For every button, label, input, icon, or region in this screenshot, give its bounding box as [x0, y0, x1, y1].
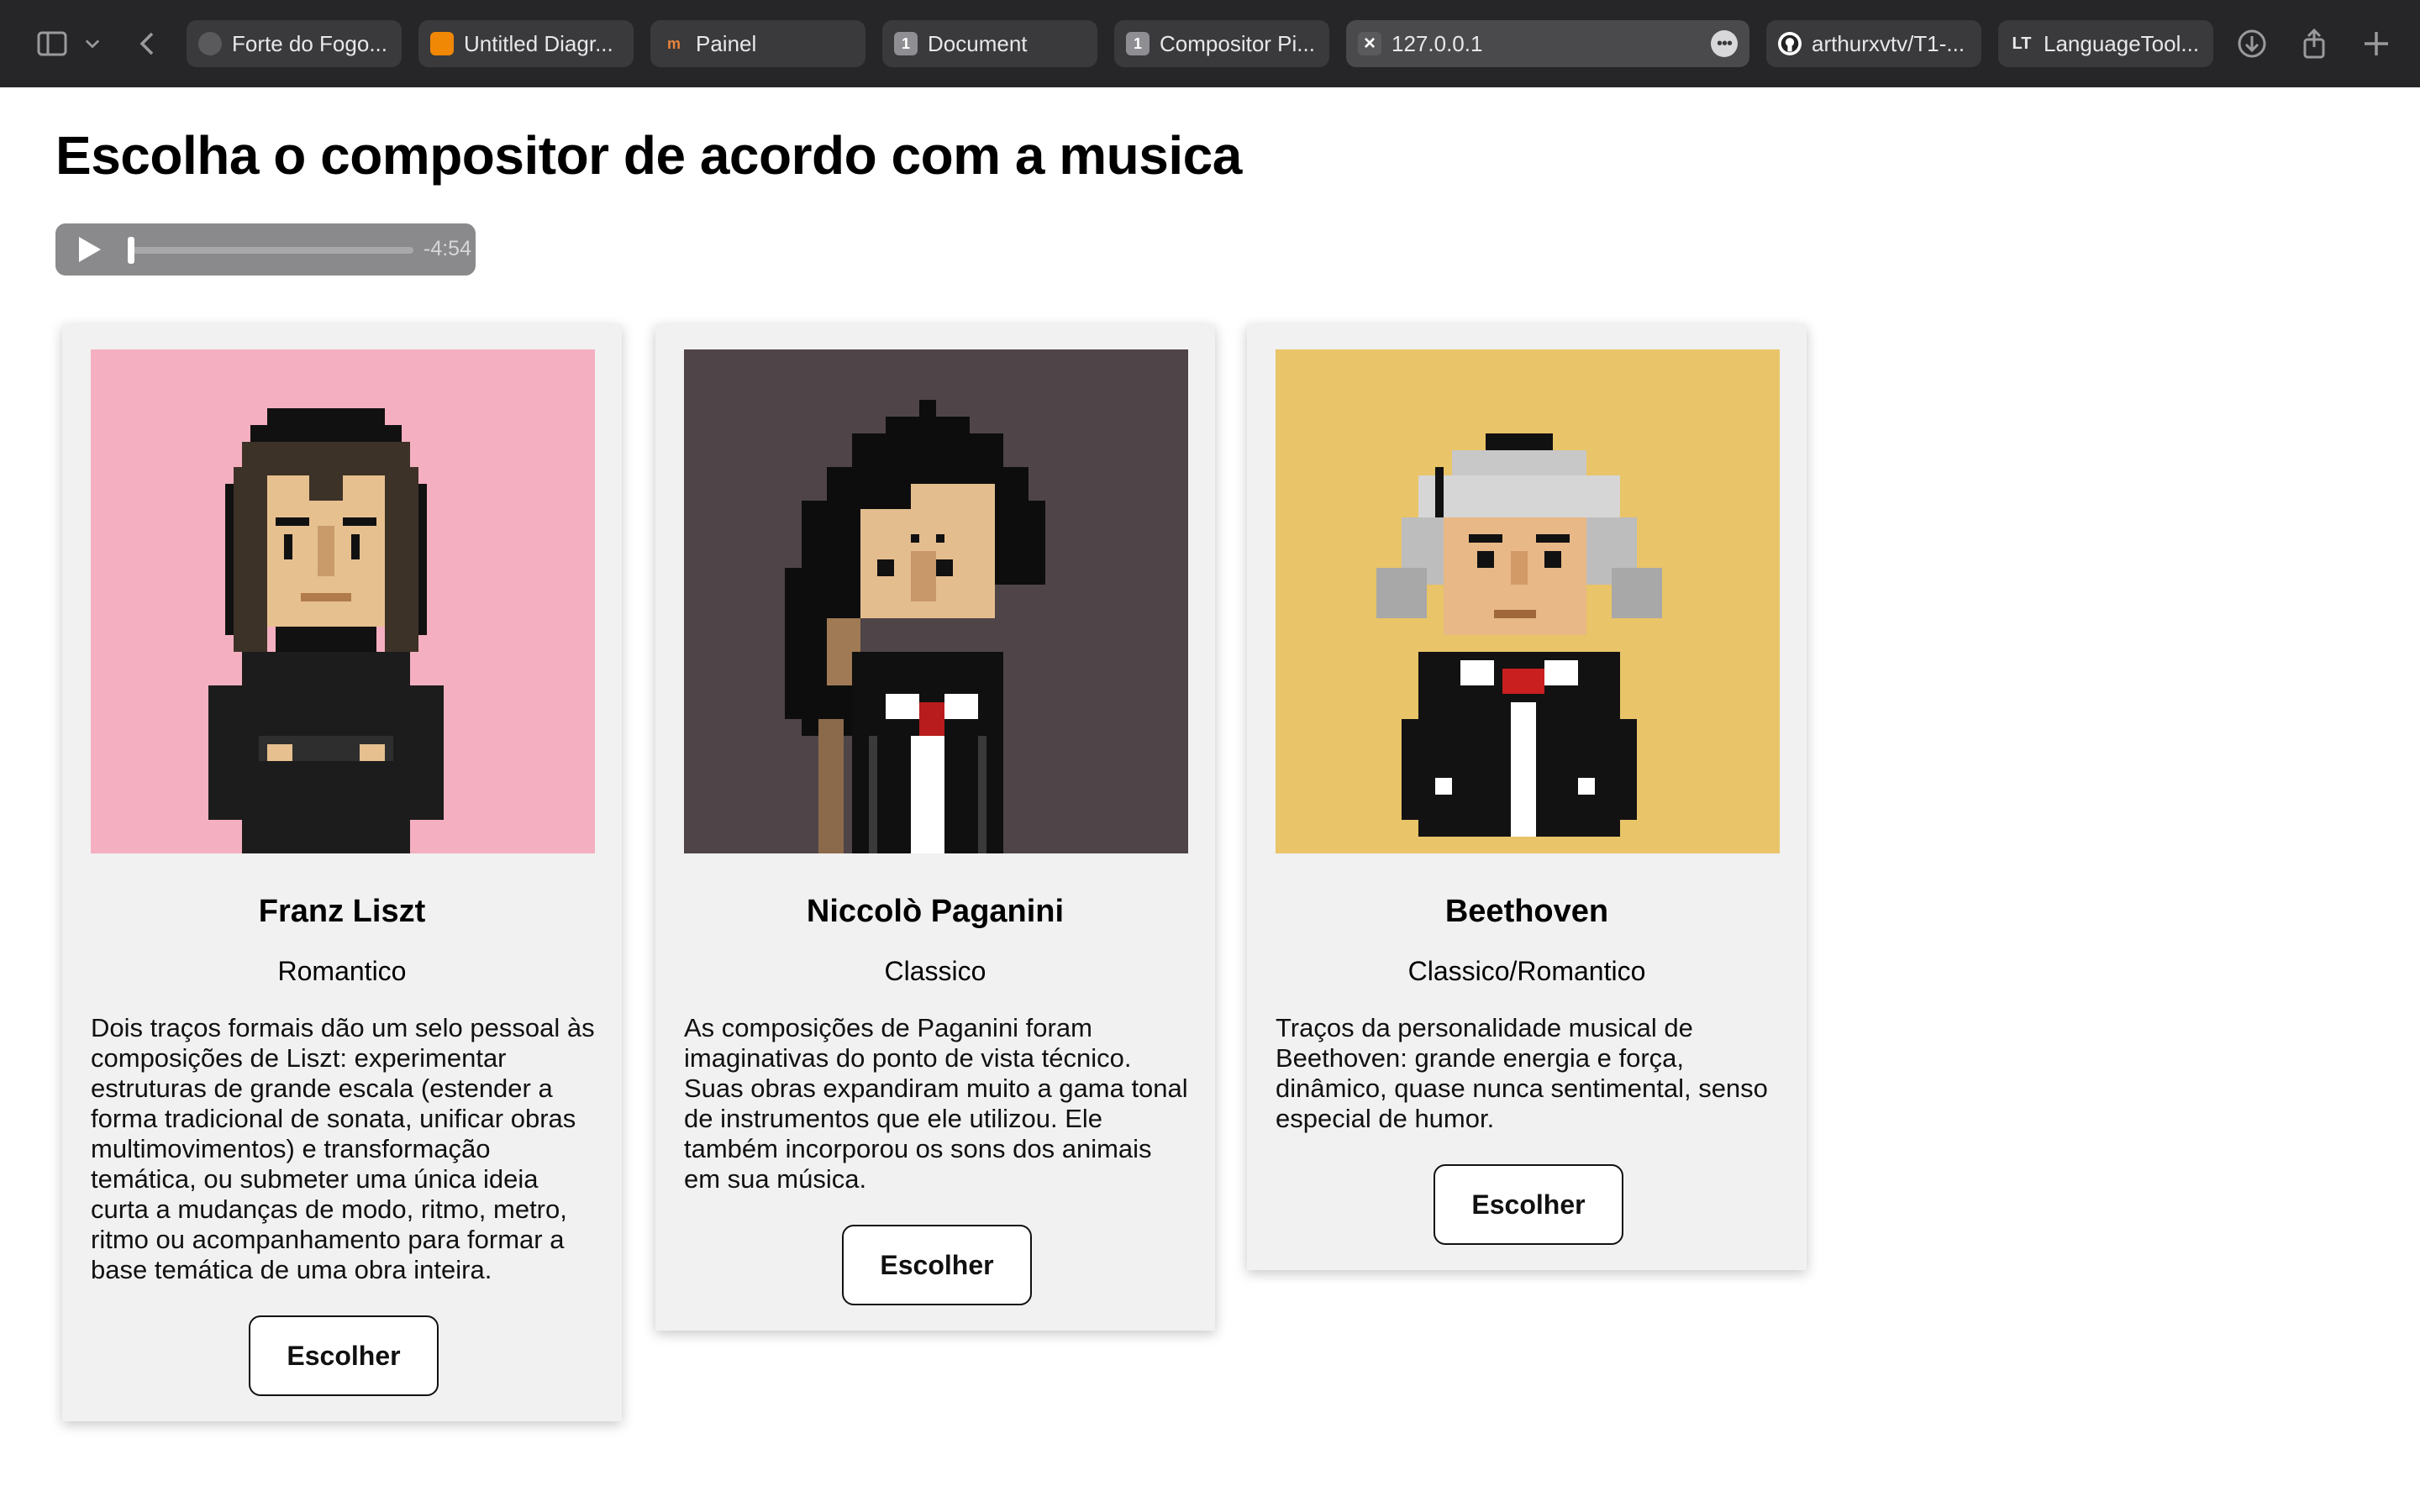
audio-time-remaining: -4:54 — [424, 237, 471, 260]
tab-title: arthurxvtv/T1-... — [1812, 30, 1965, 56]
sidebar-toggle-icon[interactable] — [32, 24, 72, 64]
composer-card-liszt: Franz Liszt Romantico Dois traços formai… — [62, 324, 622, 1421]
composer-name: Beethoven — [1444, 894, 1609, 929]
tab-untitled-diagram[interactable]: Untitled Diagr... — [418, 20, 634, 67]
paganini-portrait — [684, 349, 1188, 853]
tab-title: 127.0.0.1 — [1392, 30, 1483, 56]
painel-favicon-icon: m — [666, 34, 681, 52]
new-tab-plus-icon[interactable] — [2356, 24, 2396, 64]
github-favicon-icon — [1778, 32, 1802, 55]
composer-card-beethoven: Beethoven Classico/Romantico Traços da p… — [1247, 324, 1807, 1270]
more-options-icon[interactable]: ••• — [1711, 30, 1738, 57]
tab-title: Painel — [696, 30, 757, 56]
chevron-down-icon[interactable] — [77, 24, 108, 64]
back-arrow-icon[interactable] — [128, 24, 168, 64]
choose-paganini-button[interactable]: Escolher — [842, 1225, 1032, 1305]
composer-era: Classico/Romantico — [1407, 956, 1646, 986]
composer-card-paganini: Niccolò Paganini Classico As composições… — [655, 324, 1215, 1331]
tab-number-icon: 1 — [894, 32, 918, 55]
tab-favicon-icon — [198, 32, 222, 55]
tab-title: Untitled Diagr... — [464, 30, 613, 56]
close-tab-icon[interactable]: × — [1358, 32, 1381, 55]
tab-title: LanguageTool... — [2044, 30, 2200, 56]
tab-compositor[interactable]: 1 Compositor Pi... — [1114, 20, 1329, 67]
tab-document[interactable]: 1 Document — [882, 20, 1097, 67]
composer-era: Classico — [884, 956, 986, 986]
tab-title: Compositor Pi... — [1160, 30, 1315, 56]
composer-name: Niccolò Paganini — [806, 894, 1065, 929]
share-icon[interactable] — [2294, 24, 2334, 64]
download-icon[interactable] — [2232, 24, 2272, 64]
tab-painel[interactable]: m Painel — [650, 20, 865, 67]
play-icon[interactable] — [79, 237, 101, 262]
composer-era: Romantico — [277, 956, 407, 986]
audio-progress-track[interactable] — [128, 247, 413, 254]
audio-player: -4:54 — [55, 223, 476, 276]
tab-github[interactable]: arthurxvtv/T1-... — [1766, 20, 1981, 67]
choose-beethoven-button[interactable]: Escolher — [1434, 1164, 1623, 1245]
beethoven-portrait — [1276, 349, 1780, 853]
tab-forte-do-fogo[interactable]: Forte do Fogo... — [187, 20, 402, 67]
drawio-favicon-icon — [430, 32, 454, 55]
tab-localhost[interactable]: × 127.0.0.1 ••• — [1346, 20, 1749, 67]
choose-liszt-button[interactable]: Escolher — [249, 1315, 439, 1396]
languagetool-favicon-icon: LT — [2012, 34, 2032, 53]
tab-number-icon: 1 — [1126, 32, 1150, 55]
browser-toolbar: Forte do Fogo... Untitled Diagr... m Pai… — [0, 0, 2420, 87]
composer-description: Traços da personalidade musical de Beeth… — [1276, 1013, 1768, 1133]
page-title: Escolha o compositor de acordo com a mus… — [55, 125, 1242, 186]
tab-title: Forte do Fogo... — [232, 30, 387, 56]
composer-description: As composições de Paganini foram imagina… — [684, 1013, 1188, 1194]
tab-title: Document — [928, 30, 1028, 56]
liszt-portrait — [91, 349, 595, 853]
composer-name: Franz Liszt — [258, 894, 426, 929]
audio-scrubber-handle[interactable] — [128, 237, 134, 264]
composer-description: Dois traços formais dão um selo pessoal … — [91, 1013, 595, 1284]
tab-languagetool[interactable]: LT LanguageTool... — [1998, 20, 2213, 67]
